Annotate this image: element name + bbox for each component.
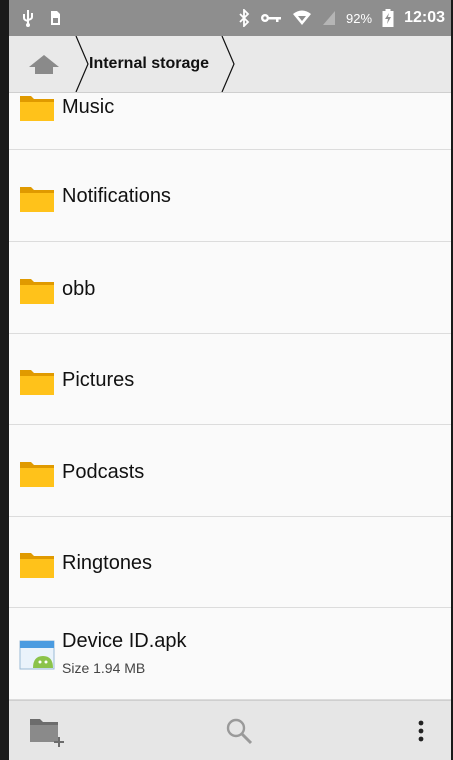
folder-icon [20, 96, 54, 121]
list-item-music[interactable]: Music [9, 92, 451, 150]
battery-percent: 92% [346, 10, 373, 26]
more-options-icon [418, 720, 424, 741]
breadcrumb-internal-storage[interactable]: Internal storage [89, 36, 209, 92]
status-bar: 92% 12:03 [9, 0, 451, 36]
apk-file-icon [19, 640, 55, 670]
clock: 12:03 [404, 9, 445, 26]
list-item-ringtones[interactable]: Ringtones [9, 516, 451, 608]
file-size: Size 1.94 MB [62, 660, 146, 676]
search-button[interactable] [209, 701, 269, 760]
sim-icon [49, 10, 61, 26]
folder-icon [20, 462, 54, 487]
more-options-button[interactable] [391, 701, 451, 760]
folder-icon [20, 187, 54, 212]
breadcrumb: Internal storage [9, 36, 451, 93]
device-frame-left [0, 0, 9, 760]
search-icon [226, 718, 253, 744]
file-name: Notifications [62, 185, 171, 207]
list-item-obb[interactable]: obb [9, 242, 451, 334]
file-name: Podcasts [62, 461, 145, 483]
breadcrumb-separator-icon [75, 36, 89, 92]
no-signal-icon [322, 10, 336, 26]
new-folder-button[interactable] [17, 701, 77, 760]
home-button[interactable] [17, 44, 71, 84]
new-folder-icon [30, 718, 64, 747]
file-list: Music Notifications obb Pictures Podcast… [9, 92, 451, 701]
usb-icon [21, 9, 35, 27]
home-icon [29, 55, 59, 74]
folder-icon [20, 279, 54, 304]
folder-icon [20, 553, 54, 578]
breadcrumb-label: Internal storage [89, 55, 210, 72]
list-item-notifications[interactable]: Notifications [9, 150, 451, 242]
bluetooth-icon [238, 9, 250, 27]
file-name: Pictures [62, 369, 135, 391]
breadcrumb-separator-icon [221, 36, 235, 92]
list-item-podcasts[interactable]: Podcasts [9, 425, 451, 517]
list-item-pictures[interactable]: Pictures [9, 333, 451, 425]
screen: 92% 12:03 Internal storage Music Notific… [9, 0, 451, 760]
bottom-action-bar [9, 700, 451, 760]
file-name: Music [62, 96, 115, 118]
file-name: Device ID.apk [62, 630, 187, 652]
vpn-key-icon [260, 12, 282, 24]
list-item-device-id-apk[interactable]: Device ID.apk Size 1.94 MB [9, 608, 451, 700]
file-name: obb [62, 278, 96, 300]
battery-charging-icon [382, 9, 394, 27]
file-name: Ringtones [62, 552, 153, 574]
folder-icon [20, 370, 54, 395]
wifi-icon [292, 10, 312, 26]
